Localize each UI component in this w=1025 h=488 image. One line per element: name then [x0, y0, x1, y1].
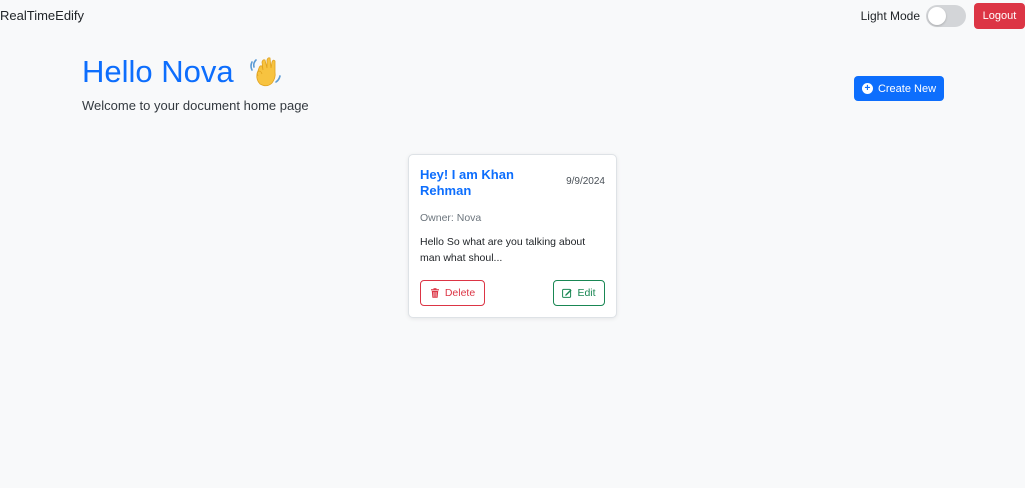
delete-label: Delete [444, 287, 476, 299]
greeting-section: Hello Nova Welcome to your document home… [82, 52, 309, 113]
document-title[interactable]: Hey! I am Khan Rehman [420, 167, 540, 199]
document-preview: Hello So what are you talking about man … [420, 236, 586, 264]
create-new-button[interactable]: + Create New [854, 76, 944, 101]
edit-icon [562, 288, 573, 298]
greeting-title: Hello Nova [82, 54, 234, 89]
waving-hand-icon [249, 57, 281, 87]
navbar-actions: Light Mode Logout [861, 3, 1025, 29]
document-owner: Owner: Nova [420, 212, 482, 224]
document-card[interactable]: Hey! I am Khan Rehman 9/9/2024 Owner: No… [408, 154, 617, 318]
edit-label: Edit [577, 287, 596, 299]
create-new-label: Create New [877, 82, 937, 95]
plus-circle-icon: + [861, 83, 873, 94]
document-date: 9/9/2024 [566, 176, 605, 187]
trash-icon [430, 288, 439, 298]
toggle-knob [928, 7, 946, 25]
edit-button[interactable]: Edit [553, 280, 605, 306]
brand-name[interactable]: RealTimeEdify [0, 8, 84, 23]
delete-button[interactable]: Delete [420, 280, 485, 306]
navbar: RealTimeEdify Light Mode Logout [0, 0, 1025, 32]
theme-toggle[interactable] [926, 5, 966, 27]
greeting-heading: Hello Nova [82, 52, 309, 92]
logout-button[interactable]: Logout [974, 3, 1025, 29]
mode-label: Light Mode [860, 9, 920, 23]
greeting-subtitle: Welcome to your document home page [82, 98, 309, 113]
